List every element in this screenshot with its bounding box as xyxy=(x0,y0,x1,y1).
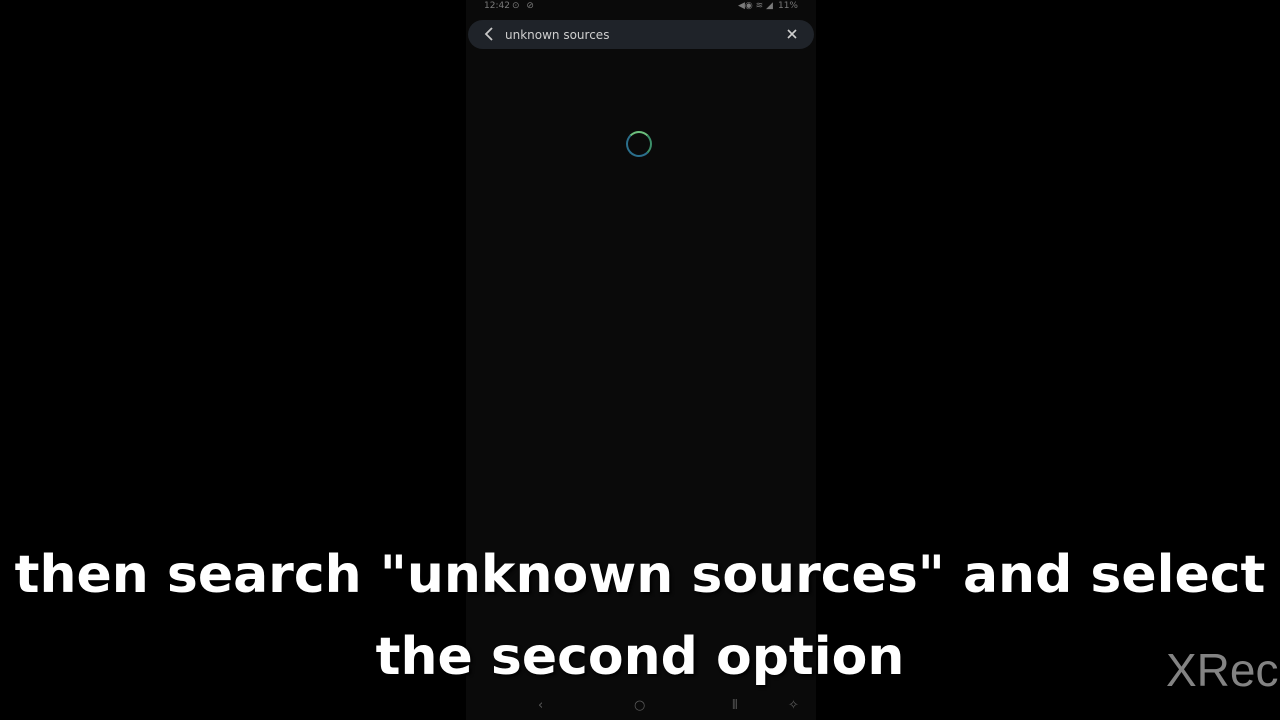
caption-line-2: the second option xyxy=(375,627,905,687)
signal-icons: ◀◉ ≋ ◢ xyxy=(738,1,773,11)
back-button[interactable] xyxy=(480,24,498,44)
chevron-left-icon xyxy=(484,27,493,41)
recorder-watermark: XRec xyxy=(1166,644,1279,696)
tutorial-caption: then search "unknown sources" and select… xyxy=(0,534,1280,698)
search-input[interactable] xyxy=(505,24,765,45)
nav-home-button[interactable]: ○ xyxy=(634,698,645,713)
status-right-group: ◀◉ ≋ ◢ 11% xyxy=(738,1,798,11)
close-icon xyxy=(787,29,797,39)
clear-search-button[interactable] xyxy=(784,24,800,44)
accessibility-icon[interactable]: ✧ xyxy=(788,698,799,713)
nav-recents-button[interactable]: ⦀ xyxy=(732,698,738,713)
caption-line-1: then search "unknown sources" and select xyxy=(14,545,1266,605)
loading-spinner-icon xyxy=(626,131,652,157)
nav-back-button[interactable]: ‹ xyxy=(538,698,543,713)
status-bar: 12:42 ⊙ ⊘ ◀◉ ≋ ◢ 11% xyxy=(466,0,816,14)
battery-percentage: 11% xyxy=(777,1,798,11)
notification-icons: ⊙ ⊘ xyxy=(512,1,536,11)
status-time: 12:42 xyxy=(484,1,510,11)
search-bar xyxy=(468,20,814,49)
video-frame: 12:42 ⊙ ⊘ ◀◉ ≋ ◢ 11% ‹ xyxy=(0,0,1280,720)
